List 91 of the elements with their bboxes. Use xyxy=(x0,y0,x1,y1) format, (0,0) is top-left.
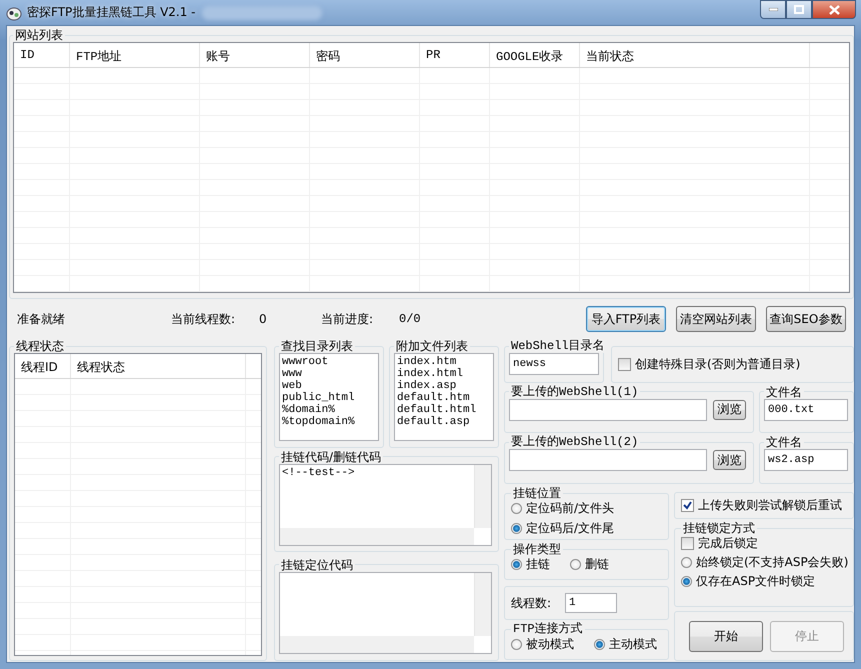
status-text: 准备就绪 xyxy=(17,310,66,328)
column-header[interactable]: 线程状态 xyxy=(71,354,246,378)
group-title: 挂链定位代码 xyxy=(280,558,354,572)
radio-label: 挂链 xyxy=(526,556,550,573)
code-text-area[interactable] xyxy=(279,572,492,654)
group-title: 文件名 xyxy=(765,384,803,399)
option-label: 仅存在ASP文件时锁定 xyxy=(696,573,816,590)
progress-label: 当前进度: xyxy=(321,310,374,328)
group-title: 线程状态 xyxy=(15,339,65,353)
group-title: 挂链代码/删链代码 xyxy=(280,450,382,464)
column-header[interactable]: 当前状态 xyxy=(580,43,810,67)
list-item[interactable]: wwwroot xyxy=(282,356,376,368)
vertical-scrollbar[interactable] xyxy=(474,572,491,636)
maximize-button[interactable] xyxy=(786,0,812,19)
column-header[interactable]: 账号 xyxy=(200,43,310,67)
maximize-icon xyxy=(794,5,804,14)
browse-button[interactable]: 浏览 xyxy=(713,400,746,420)
toolbar-button[interactable]: 查询SEO参数 xyxy=(766,306,846,332)
minimize-button[interactable] xyxy=(760,0,786,19)
list-item[interactable]: default.asp xyxy=(397,416,491,428)
radio-label: 定位码前/文件头 xyxy=(526,500,614,517)
progress-value: 0/0 xyxy=(399,312,422,326)
option-label: 始终锁定(不支持ASP会失败) xyxy=(696,554,848,571)
checkbox[interactable] xyxy=(681,537,694,550)
thread-count-value: 0 xyxy=(259,312,268,326)
dir-listbox[interactable]: wwwroot www web public_html %domain% %topdomain% xyxy=(279,353,379,441)
toolbar-button[interactable]: 清空网站列表 xyxy=(676,306,756,332)
radio-label: 被动模式 xyxy=(526,636,574,653)
group-title: 挂链位置 xyxy=(512,486,562,500)
radio-button[interactable] xyxy=(511,559,522,570)
radio-button[interactable] xyxy=(681,576,692,587)
radio-button[interactable] xyxy=(511,523,522,534)
group-title: FTP连接方式 xyxy=(512,622,584,636)
group-title: 网站列表 xyxy=(14,28,64,42)
close-button[interactable] xyxy=(812,0,856,19)
dir-name-field[interactable]: newss xyxy=(509,353,599,375)
file-listbox[interactable]: index.htm index.html index.asp default.htm default.html default.asp xyxy=(394,353,494,441)
column-header[interactable]: 线程ID xyxy=(15,354,71,378)
action-button[interactable]: 开始 xyxy=(689,620,763,652)
list-item[interactable]: default.html xyxy=(397,404,491,416)
list-item[interactable]: index.html xyxy=(397,368,491,380)
checkbox-label: 创建特殊目录(否则为普通目录) xyxy=(635,356,800,373)
list-item[interactable]: index.asp xyxy=(397,380,491,392)
radio-label: 定位码后/文件尾 xyxy=(526,520,614,537)
option-label: 完成后锁定 xyxy=(698,535,758,552)
column-header[interactable]: FTP地址 xyxy=(70,43,200,67)
file-path-field[interactable] xyxy=(509,449,707,472)
column-header[interactable]: GOOGLE收录 xyxy=(490,43,580,67)
group-title: 操作类型 xyxy=(512,542,562,556)
group-title: 查找目录列表 xyxy=(280,339,354,353)
checkbox[interactable] xyxy=(618,358,631,371)
radio-label: 删链 xyxy=(585,556,609,573)
list-item[interactable]: public_html xyxy=(282,392,376,404)
group-title: WebShell目录名 xyxy=(510,339,606,353)
group-title: 要上传的WebShell(2) xyxy=(510,435,640,450)
thread-count-label: 当前线程数: xyxy=(171,310,236,328)
list-item[interactable]: www xyxy=(282,368,376,380)
list-item[interactable]: %topdomain% xyxy=(282,416,376,428)
column-header[interactable]: PR xyxy=(420,43,490,67)
thread-count-label: 线程数: xyxy=(511,594,552,612)
file-name-field[interactable]: 000.txt xyxy=(764,398,848,421)
radio-button[interactable] xyxy=(511,639,522,650)
group-title: 文件名 xyxy=(765,435,803,450)
thread-count-field[interactable]: 1 xyxy=(565,593,618,613)
group-title: 挂链锁定方式 xyxy=(682,521,756,535)
vertical-scrollbar[interactable] xyxy=(474,464,491,528)
toolbar-button[interactable]: 导入FTP列表 xyxy=(586,306,666,332)
list-item[interactable]: index.htm xyxy=(397,356,491,368)
close-icon xyxy=(828,4,840,14)
window-title: 密探FTP批量挂黑链工具 V2.1 - xyxy=(27,4,196,21)
radio-button[interactable] xyxy=(570,559,581,570)
app-icon xyxy=(6,4,22,20)
list-item[interactable]: %domain% xyxy=(282,404,376,416)
radio-button[interactable] xyxy=(681,557,692,568)
radio-button[interactable] xyxy=(594,639,605,650)
horizontal-scrollbar[interactable] xyxy=(280,528,474,545)
radio-button[interactable] xyxy=(511,503,522,514)
radio-label: 主动模式 xyxy=(609,636,657,653)
group-title: 附加文件列表 xyxy=(395,339,469,353)
file-path-field[interactable] xyxy=(509,398,707,421)
column-header[interactable]: 密码 xyxy=(310,43,420,67)
checkbox[interactable] xyxy=(681,499,694,512)
minimize-icon xyxy=(768,8,778,11)
browse-button[interactable]: 浏览 xyxy=(713,450,746,470)
column-header[interactable]: ID xyxy=(14,43,70,67)
horizontal-scrollbar[interactable] xyxy=(280,636,474,653)
group-title: 要上传的WebShell(1) xyxy=(510,384,640,399)
list-item[interactable]: web xyxy=(282,380,376,392)
list-item[interactable]: default.htm xyxy=(397,392,491,404)
checkbox-label: 上传失败则尝试解锁后重试 xyxy=(698,497,842,514)
file-name-field[interactable]: ws2.asp xyxy=(764,449,848,472)
